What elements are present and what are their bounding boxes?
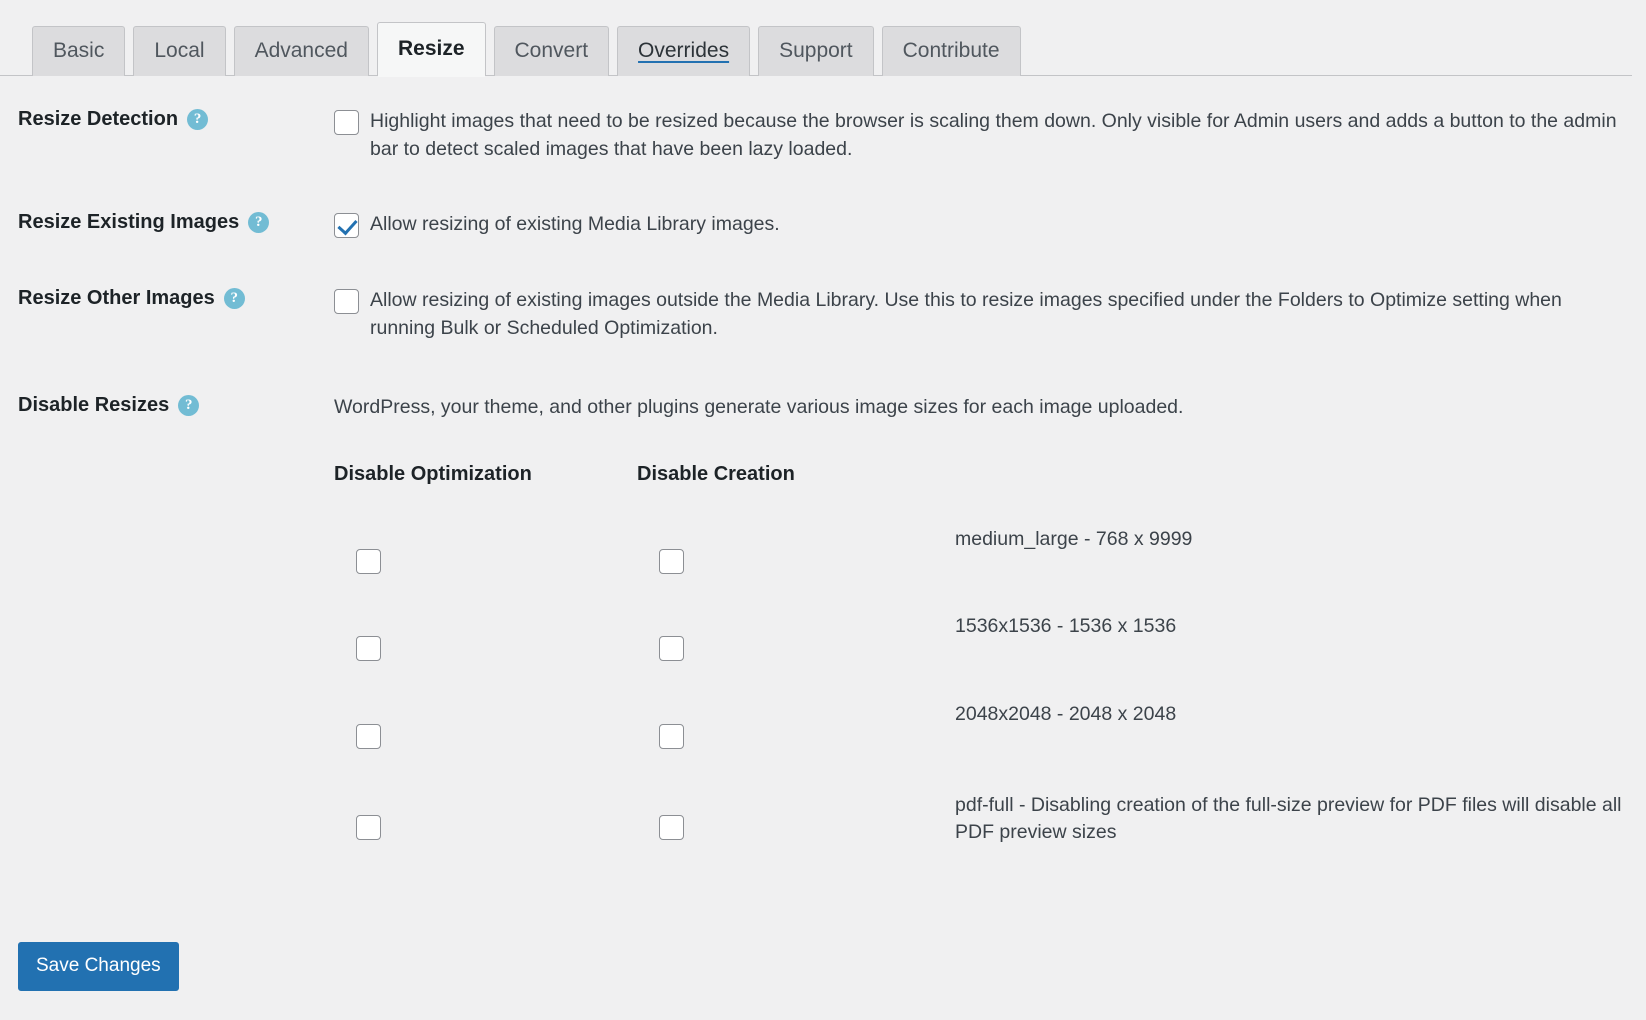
image-sizes-rows: medium_large - 768 x 9999 1536x1536 - 153… [334, 526, 1632, 847]
image-size-row: 2048x2048 - 2048 x 2048 [334, 701, 1632, 752]
checkbox-resize-other-images[interactable] [334, 289, 359, 314]
tab-contribute[interactable]: Contribute [882, 26, 1021, 76]
setting-row-resize-other-images: Resize Other Images ? Allow resizing of … [0, 287, 1632, 342]
column-header-disable-creation: Disable Creation [637, 460, 955, 488]
label-disable-resizes-text: Disable Resizes [18, 394, 169, 417]
tab-convert[interactable]: Convert [494, 26, 610, 76]
image-size-row: medium_large - 768 x 9999 [334, 526, 1632, 577]
checkbox-resize-existing-images[interactable] [334, 213, 359, 238]
body-disable-resizes: WordPress, your theme, and other plugins… [334, 394, 1632, 847]
setting-row-disable-resizes: Disable Resizes ? WordPress, your theme,… [0, 394, 1632, 847]
checkbox-disable-creation[interactable] [659, 636, 684, 661]
checkbox-disable-optimization[interactable] [356, 636, 381, 661]
tab-resize[interactable]: Resize [377, 22, 486, 76]
checkbox-resize-detection[interactable] [334, 110, 359, 135]
save-changes-button[interactable]: Save Changes [18, 942, 179, 991]
help-icon[interactable]: ? [248, 212, 269, 233]
checkbox-disable-optimization[interactable] [356, 549, 381, 574]
cell-disable-creation [637, 526, 955, 577]
checkbox-disable-creation[interactable] [659, 724, 684, 749]
tab-advanced[interactable]: Advanced [234, 26, 369, 76]
body-resize-existing-images: Allow resizing of existing Media Library… [334, 211, 1632, 239]
save-button-area: Save Changes [0, 942, 1632, 991]
image-size-label: medium_large - 768 x 9999 [955, 526, 1632, 554]
checkbox-disable-creation[interactable] [659, 815, 684, 840]
checkbox-disable-optimization[interactable] [356, 815, 381, 840]
label-resize-other-images: Resize Other Images ? [0, 287, 334, 310]
checkbox-disable-creation[interactable] [659, 549, 684, 574]
label-resize-detection: Resize Detection ? [0, 108, 334, 131]
tab-list: BasicLocalAdvancedResizeConvertOverrides… [32, 22, 1646, 76]
image-size-row: pdf-full - Disabling creation of the ful… [334, 792, 1632, 847]
label-resize-detection-text: Resize Detection [18, 108, 178, 131]
cell-disable-optimization [334, 613, 637, 664]
settings-tab-bar: BasicLocalAdvancedResizeConvertOverrides… [0, 0, 1646, 76]
help-icon[interactable]: ? [224, 288, 245, 309]
checkbox-disable-optimization[interactable] [356, 724, 381, 749]
description-resize-other-images: Allow resizing of existing images outsid… [370, 287, 1632, 342]
image-size-label: 1536x1536 - 1536 x 1536 [955, 613, 1632, 641]
body-resize-other-images: Allow resizing of existing images outsid… [334, 287, 1632, 342]
image-sizes-table-header: Disable Optimization Disable Creation [334, 460, 1632, 488]
column-header-size-name [955, 460, 1632, 488]
image-size-label: 2048x2048 - 2048 x 2048 [955, 701, 1632, 729]
description-resize-existing-images: Allow resizing of existing Media Library… [370, 211, 1632, 239]
help-icon[interactable]: ? [178, 395, 199, 416]
cell-disable-creation [637, 701, 955, 752]
image-size-row: 1536x1536 - 1536 x 1536 [334, 613, 1632, 664]
body-resize-detection: Highlight images that need to be resized… [334, 108, 1632, 163]
cell-disable-optimization [334, 701, 637, 752]
image-size-label: pdf-full - Disabling creation of the ful… [955, 792, 1632, 847]
cell-disable-creation [637, 613, 955, 664]
help-icon[interactable]: ? [187, 109, 208, 130]
cell-disable-optimization [334, 526, 637, 577]
description-disable-resizes: WordPress, your theme, and other plugins… [334, 394, 1632, 422]
image-sizes-table: Disable Optimization Disable Creation me… [334, 460, 1632, 847]
setting-row-resize-detection: Resize Detection ? Highlight images that… [0, 108, 1632, 163]
tab-basic[interactable]: Basic [32, 26, 125, 76]
tab-local[interactable]: Local [133, 26, 225, 76]
tab-overrides[interactable]: Overrides [617, 26, 750, 76]
description-resize-detection: Highlight images that need to be resized… [370, 108, 1632, 163]
resize-settings-form: Resize Detection ? Highlight images that… [0, 108, 1646, 991]
cell-disable-creation [637, 792, 955, 843]
label-resize-other-images-text: Resize Other Images [18, 287, 215, 310]
column-header-disable-optimization: Disable Optimization [334, 460, 637, 488]
label-resize-existing-images-text: Resize Existing Images [18, 211, 239, 234]
setting-row-resize-existing-images: Resize Existing Images ? Allow resizing … [0, 211, 1632, 239]
tab-support[interactable]: Support [758, 26, 874, 76]
cell-disable-optimization [334, 792, 637, 843]
label-resize-existing-images: Resize Existing Images ? [0, 211, 334, 234]
label-disable-resizes: Disable Resizes ? [0, 394, 334, 417]
